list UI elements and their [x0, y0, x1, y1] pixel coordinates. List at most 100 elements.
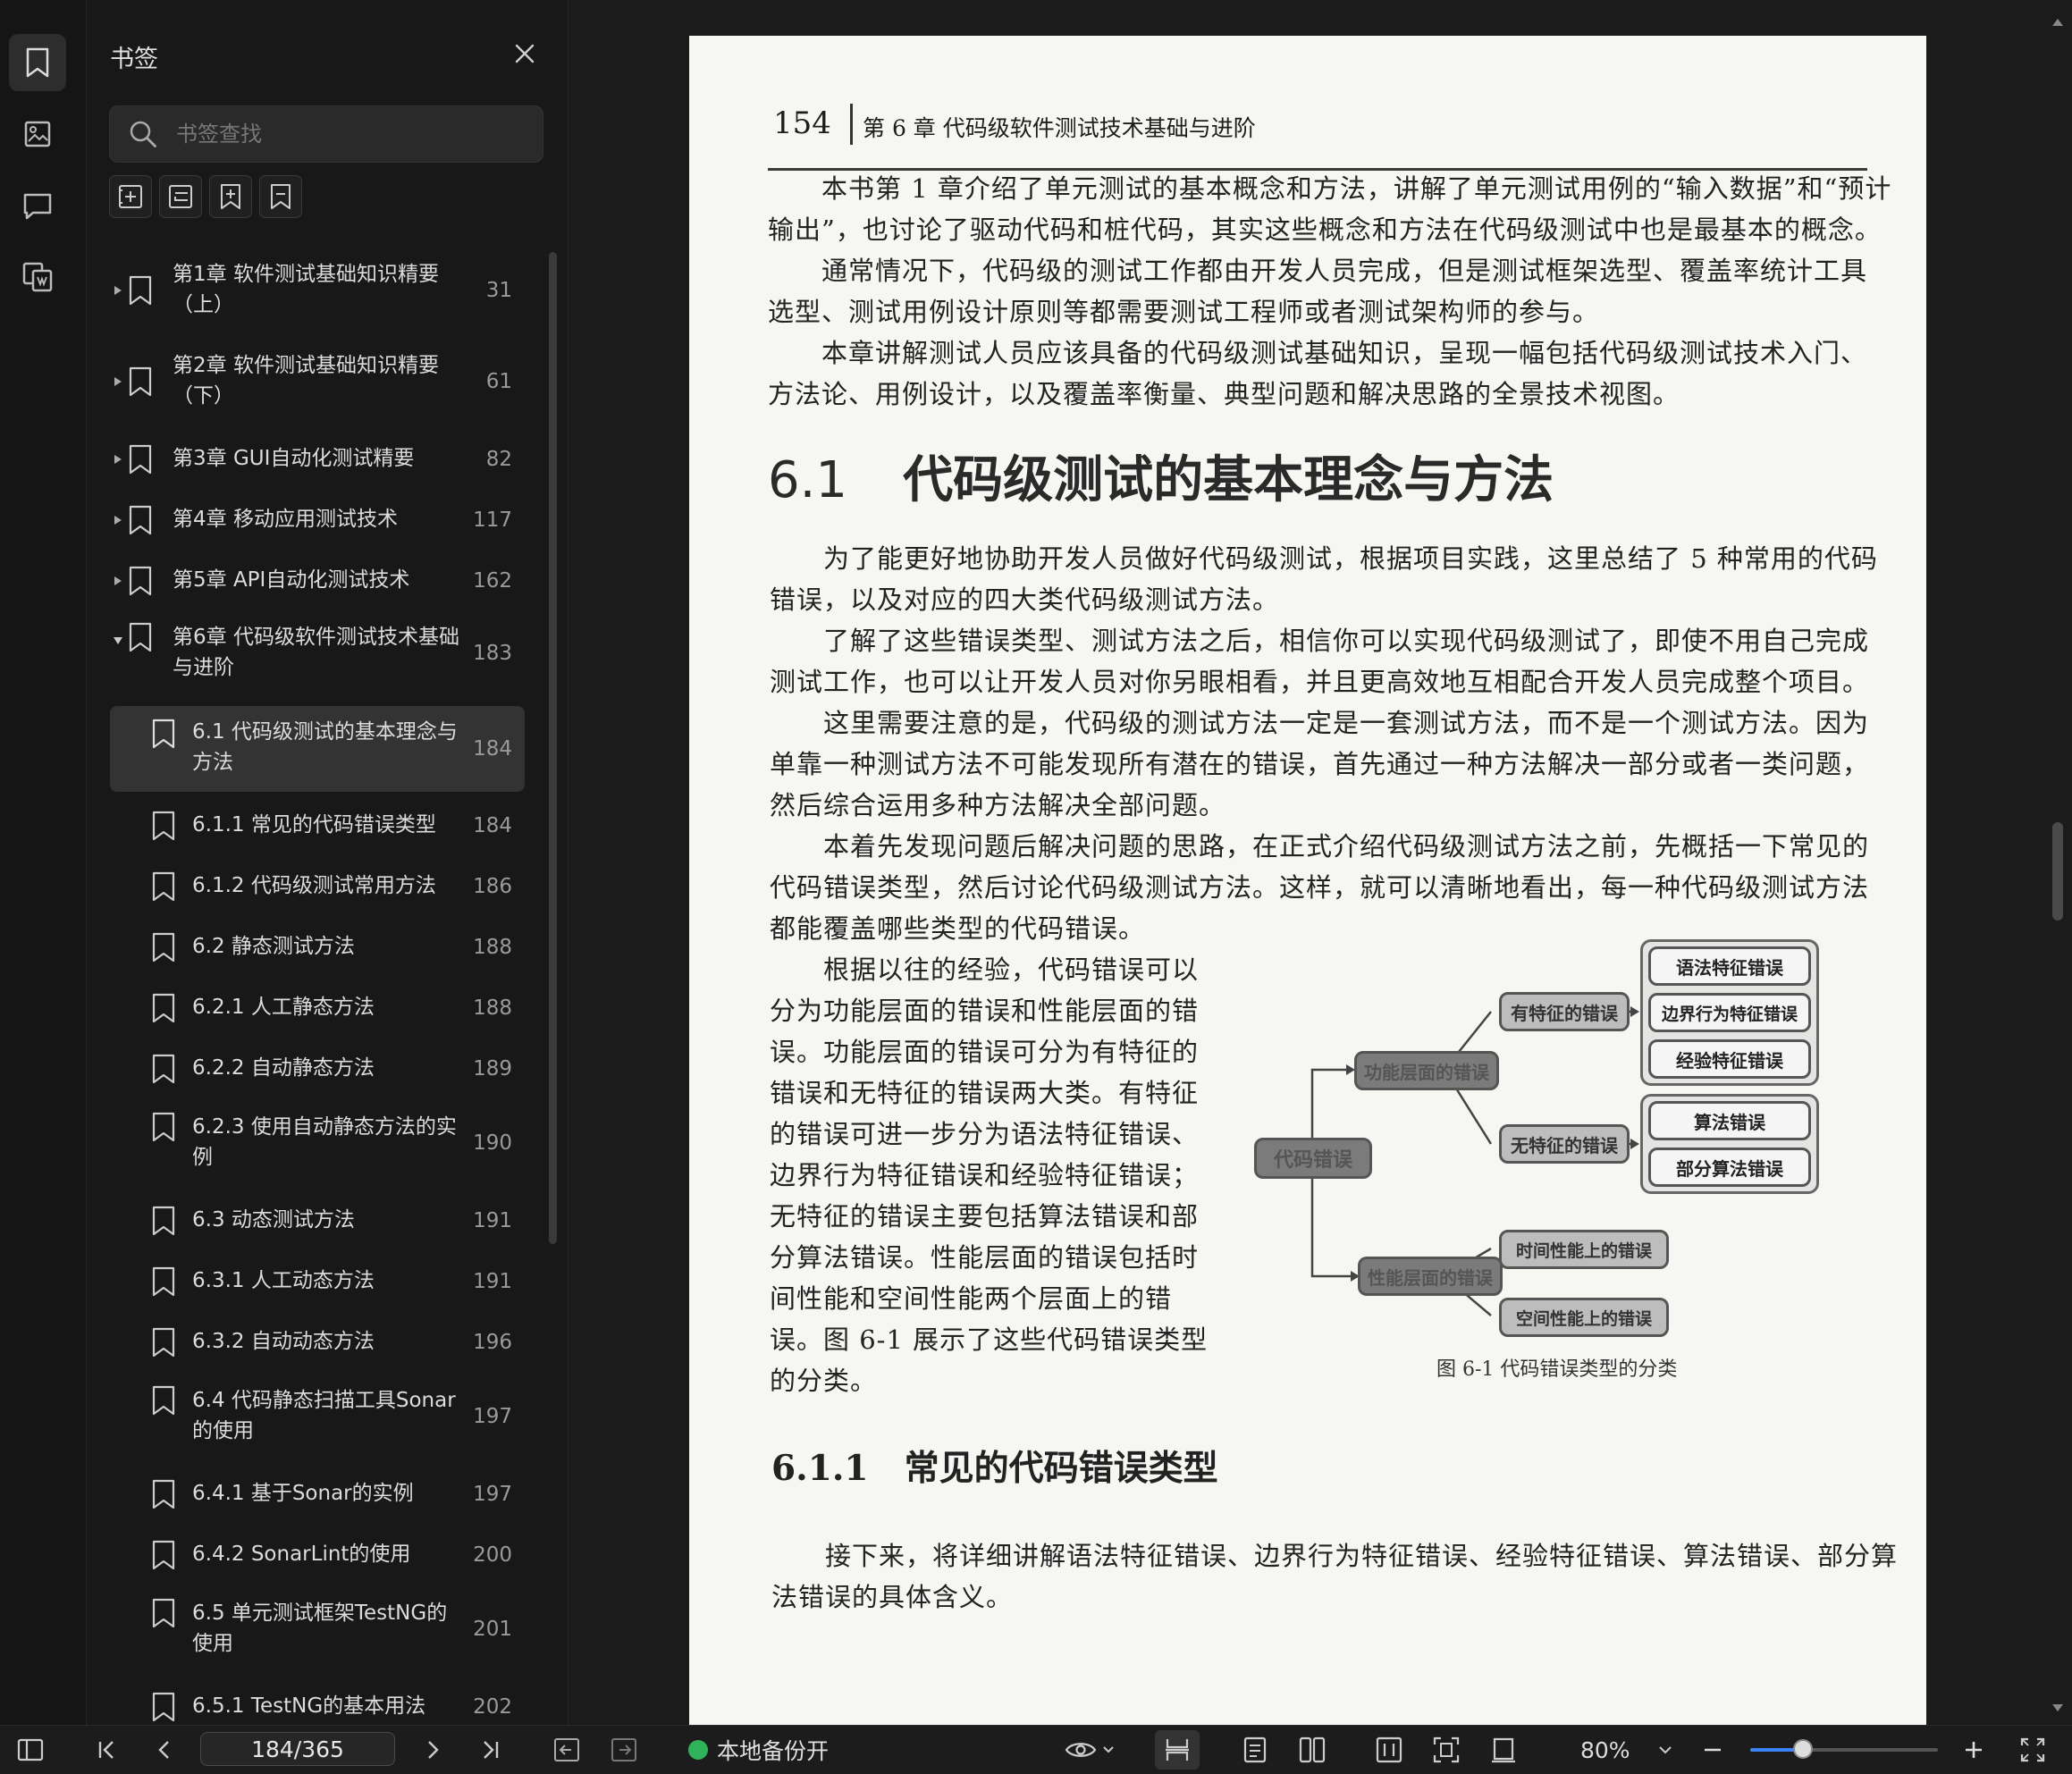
zoom-level[interactable]: 80% [1580, 1726, 1630, 1774]
fit-page-icon[interactable] [1427, 1726, 1466, 1774]
thumbnail-icon[interactable] [9, 248, 66, 306]
page-number-input[interactable] [200, 1732, 395, 1766]
bookmark-item[interactable]: 第5章 API自动化测试技术 162 [110, 554, 525, 608]
single-page-icon[interactable] [1235, 1726, 1275, 1774]
expand-arrow-icon[interactable] [112, 554, 124, 608]
bookmark-icon [151, 1255, 176, 1308]
eye-mode-icon[interactable] [1058, 1726, 1121, 1774]
bookmark-item[interactable]: 第2章 软件测试基础知识精要（下） 61 [110, 341, 525, 422]
sidebar-toggle-icon[interactable] [13, 1726, 48, 1774]
bookmark-item[interactable]: 6.5.1 TestNG的基本用法 202 [110, 1680, 525, 1725]
collapse-arrow-icon[interactable] [112, 613, 124, 694]
backup-status-icon [688, 1740, 708, 1760]
bookmark-label: 6.1.2 代码级测试常用方法 [192, 874, 436, 897]
bookmark-icon [128, 613, 153, 694]
bookmark-item[interactable]: 6.2 静态测试方法 188 [110, 921, 525, 974]
node-boundary: 边界行为特征错误 [1648, 993, 1811, 1032]
bookmark-page: 191 [473, 1209, 512, 1232]
node-syntax: 语法特征错误 [1648, 946, 1811, 986]
bookmark-label: 6.2 静态测试方法 [192, 935, 355, 958]
bookmark-item[interactable]: 6.4.1 基于Sonar的实例 197 [110, 1467, 525, 1521]
subsection-title: 常见的代码错误类型 [904, 1448, 1218, 1489]
node-featureless: 无特征的错误 [1499, 1124, 1630, 1164]
bookmark-item[interactable]: 6.4.2 SonarLint的使用 200 [110, 1528, 525, 1582]
bookmark-item[interactable]: 6.5 单元测试框架TestNG的使用 201 [110, 1589, 525, 1669]
prev-page-icon[interactable] [147, 1726, 182, 1774]
bookmark-item[interactable]: 6.1.2 代码级测试常用方法 186 [110, 860, 525, 913]
bookmark-item-selected[interactable]: 6.1 代码级测试的基本理念与方法 184 [110, 706, 525, 792]
bookmark-insert-icon[interactable] [209, 175, 252, 218]
continuous-scroll-icon[interactable] [1155, 1730, 1200, 1770]
zoom-slider[interactable] [1750, 1739, 1938, 1759]
bookmark-page: 31 [485, 279, 512, 302]
bookmark-search [109, 105, 543, 163]
bookmark-page: 191 [473, 1270, 512, 1293]
close-icon[interactable] [507, 36, 543, 71]
node-time-perf: 时间性能上的错误 [1499, 1230, 1669, 1269]
bookmark-item[interactable]: 6.2.2 自动静态方法 189 [110, 1042, 525, 1096]
local-backup-status[interactable]: 本地备份开 [688, 1726, 829, 1774]
bookmark-item[interactable]: 6.4 代码静态扫描工具Sonar的使用 197 [110, 1376, 525, 1457]
bookmark-item[interactable]: 6.2.1 人工静态方法 188 [110, 981, 525, 1035]
bookmark-label: 第3章 GUI自动化测试精要 [173, 447, 415, 470]
expand-arrow-icon[interactable] [112, 493, 124, 547]
bookmark-page: 183 [473, 642, 512, 665]
forward-icon[interactable] [606, 1726, 642, 1774]
bookmark-item[interactable]: 6.3.2 自动动态方法 196 [110, 1316, 525, 1369]
last-page-icon[interactable] [472, 1726, 508, 1774]
document-scrollbar[interactable] [2052, 822, 2063, 921]
bookmark-page: 189 [473, 1057, 512, 1080]
bookmark-label: 6.3 动态测试方法 [192, 1208, 355, 1232]
paragraph: 接下来，将详细讲解语法特征错误、边界行为特征错误、经验特征错误、算法错误、部分算… [771, 1541, 1899, 1612]
bookmark-item[interactable]: 6.3 动态测试方法 191 [110, 1194, 525, 1248]
zoom-in-icon[interactable] [1956, 1726, 1992, 1774]
bookmark-item[interactable]: 第3章 GUI自动化测试精要 82 [110, 433, 525, 486]
bookmark-search-input[interactable] [174, 115, 526, 153]
bookmark-page: 186 [473, 875, 512, 898]
node-featured: 有特征的错误 [1499, 992, 1630, 1031]
back-icon[interactable] [549, 1726, 585, 1774]
bookmark-label: 6.4 代码静态扫描工具Sonar的使用 [192, 1389, 456, 1442]
left-icon-rail [0, 0, 87, 1725]
first-page-icon[interactable] [89, 1726, 125, 1774]
add-bookmark-icon[interactable] [109, 175, 152, 218]
bookmark-icon [128, 493, 153, 547]
bookmark-label: 6.2.3 使用自动静态方法的实例 [192, 1115, 457, 1169]
expand-arrow-icon[interactable] [112, 341, 124, 422]
bookmark-item[interactable]: 第4章 移动应用测试技术 117 [110, 493, 525, 547]
next-page-icon[interactable] [415, 1726, 451, 1774]
image-icon[interactable] [9, 105, 66, 163]
bookmark-icon [151, 921, 176, 974]
comment-icon[interactable] [9, 177, 66, 234]
zoom-out-icon[interactable] [1695, 1726, 1731, 1774]
bookmark-remove-icon[interactable] [259, 175, 302, 218]
backup-label: 本地备份开 [717, 1738, 830, 1764]
zoom-slider-knob[interactable] [1792, 1739, 1813, 1759]
bookmark-scrollbar[interactable] [549, 252, 557, 1244]
bookmark-icon[interactable] [9, 34, 66, 91]
bookmark-item[interactable]: 6.1.1 常见的代码错误类型 184 [110, 799, 525, 853]
bookmark-page: 61 [485, 370, 512, 393]
scroll-down-icon[interactable] [2051, 1702, 2065, 1714]
zoom-dropdown-icon[interactable] [1652, 1726, 1679, 1774]
fit-width-icon[interactable] [1369, 1726, 1409, 1774]
two-page-icon[interactable] [1293, 1726, 1332, 1774]
add-sub-bookmark-icon[interactable] [159, 175, 202, 218]
scroll-up-icon[interactable] [2051, 16, 2065, 29]
subsection-heading: 6.1.1 常见的代码错误类型 [771, 1441, 1218, 1491]
bookmark-page: 200 [473, 1543, 512, 1567]
bookmark-item[interactable]: 第6章 代码级软件测试技术基础与进阶 183 [110, 613, 525, 694]
expand-arrow-icon[interactable] [112, 250, 124, 331]
bookmark-item[interactable]: 第1章 软件测试基础知识精要（上） 31 [110, 250, 525, 331]
bookmark-page: 197 [473, 1483, 512, 1506]
bottom-toolbar: 本地备份开 80% [0, 1725, 2072, 1774]
expand-arrow-icon[interactable] [112, 433, 124, 486]
document-viewer: 154 第 6 章 代码级软件测试技术基础与进阶 本书第 1 章介绍了单元测试的… [569, 0, 2072, 1725]
bookmark-label: 第2章 软件测试基础知识精要（下） [173, 354, 439, 408]
bookmark-item[interactable]: 6.3.1 人工动态方法 191 [110, 1255, 525, 1308]
rotate-page-icon[interactable] [1484, 1726, 1523, 1774]
node-partial-algorithm: 部分算法错误 [1648, 1148, 1811, 1187]
fullscreen-icon[interactable] [2015, 1726, 2051, 1774]
bookmark-icon [151, 1042, 176, 1096]
bookmark-item[interactable]: 6.2.3 使用自动静态方法的实例 190 [110, 1103, 525, 1183]
